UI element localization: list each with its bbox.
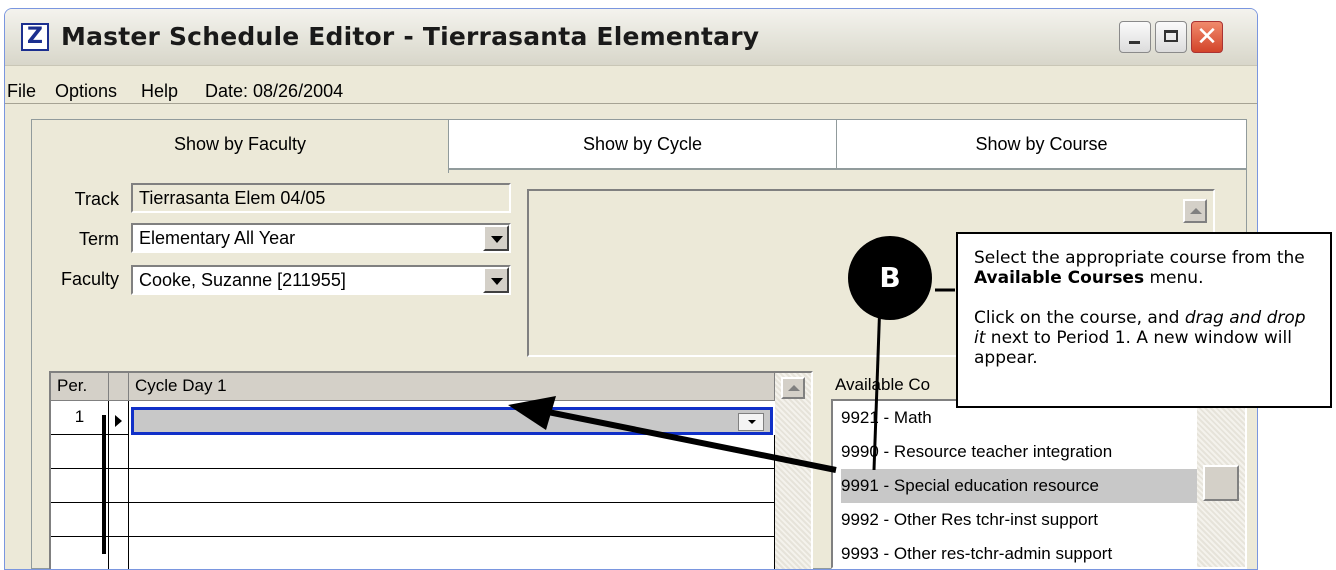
available-courses-label: Available Co	[835, 375, 931, 394]
close-button[interactable]: ✕	[1191, 21, 1223, 53]
scroll-thumb[interactable]	[1203, 465, 1239, 501]
instruction-callout: Select the appropriate course from the A…	[956, 232, 1332, 408]
menu-options[interactable]: Options	[55, 81, 117, 102]
period-1-course-dropdown[interactable]	[131, 407, 773, 435]
period-cell[interactable]	[51, 469, 109, 503]
instruction-emphasis: Available Courses	[974, 268, 1145, 288]
menu-date[interactable]: Date: 08/26/2004	[205, 81, 343, 102]
faculty-select-value: Cooke, Suzanne [211955]	[139, 270, 346, 290]
menu-bar: File Options Help Date: 08/26/2004	[5, 69, 1257, 101]
scroll-up-icon[interactable]	[781, 377, 805, 399]
menu-divider	[5, 103, 1257, 104]
tab-show-by-course[interactable]: Show by Course	[837, 119, 1247, 169]
grid-scrollbar[interactable]	[775, 373, 811, 569]
period-cell[interactable]	[51, 435, 109, 469]
track-label: Track	[74, 189, 119, 209]
schedule-grid[interactable]: Per. Cycle Day 1 1	[49, 371, 813, 569]
cycle-day-cell[interactable]	[129, 503, 775, 537]
course-item-selected[interactable]: 9991 - Special education resource	[841, 469, 1201, 503]
term-select-value: Elementary All Year	[139, 228, 296, 248]
chevron-down-icon[interactable]	[483, 267, 509, 293]
row-selector[interactable]	[109, 469, 129, 503]
course-item[interactable]: 9992 - Other Res tchr-inst support	[841, 503, 1201, 537]
menu-file[interactable]: File	[7, 81, 36, 102]
faculty-select[interactable]: Cooke, Suzanne [211955]	[131, 265, 511, 295]
close-icon: ✕	[1196, 22, 1218, 52]
instruction-text: Select the appropriate course from the	[974, 248, 1305, 268]
title-bar[interactable]: Z Master Schedule Editor - Tierrasanta E…	[5, 9, 1257, 66]
instruction-step-1: Select the appropriate course from the A…	[974, 248, 1314, 288]
row-selector[interactable]	[109, 435, 129, 469]
course-item[interactable]: 9993 - Other res-tchr-admin support	[841, 537, 1201, 567]
term-select[interactable]: Elementary All Year	[131, 223, 511, 253]
instruction-step-2: Click on the course, and drag and drop i…	[974, 308, 1314, 368]
minimize-icon	[1129, 41, 1140, 44]
chevron-down-icon[interactable]	[483, 225, 509, 251]
menu-help[interactable]: Help	[141, 81, 178, 102]
period-cell[interactable]: 1	[51, 401, 109, 435]
column-header-period: Per.	[51, 373, 109, 401]
track-field: Tierrasanta Elem 04/05	[131, 183, 511, 213]
faculty-label: Faculty	[60, 269, 119, 289]
step-b-badge: B	[848, 236, 932, 320]
current-row-arrow-icon	[115, 415, 122, 427]
period-cell[interactable]	[51, 503, 109, 537]
instruction-text: Click on the course, and	[974, 308, 1185, 328]
minimize-button[interactable]	[1119, 21, 1151, 53]
app-logo-icon: Z	[21, 23, 49, 51]
maximize-icon	[1164, 30, 1178, 42]
course-item[interactable]: 9990 - Resource teacher integration	[841, 435, 1201, 469]
window-title: Master Schedule Editor - Tierrasanta Ele…	[61, 22, 760, 51]
row-selector[interactable]	[109, 503, 129, 537]
courses-scrollbar[interactable]	[1197, 401, 1245, 567]
scroll-up-icon[interactable]	[1183, 199, 1207, 223]
tab-show-by-faculty[interactable]: Show by Faculty	[31, 119, 449, 173]
available-courses-list[interactable]: 9921 - Math 9990 - Resource teacher inte…	[831, 399, 1247, 569]
instruction-text: menu.	[1144, 268, 1204, 288]
term-label: Term	[79, 229, 119, 249]
cycle-day-cell[interactable]	[129, 469, 775, 503]
tab-show-by-cycle[interactable]: Show by Cycle	[449, 119, 837, 169]
instruction-text: next to Period 1. A new window will appe…	[974, 328, 1292, 368]
maximize-button[interactable]	[1155, 21, 1187, 53]
column-header-cycle-day: Cycle Day 1	[129, 373, 775, 401]
chevron-down-icon[interactable]	[738, 413, 764, 431]
row-indicator-header	[109, 373, 129, 401]
cycle-day-cell[interactable]	[129, 435, 775, 469]
